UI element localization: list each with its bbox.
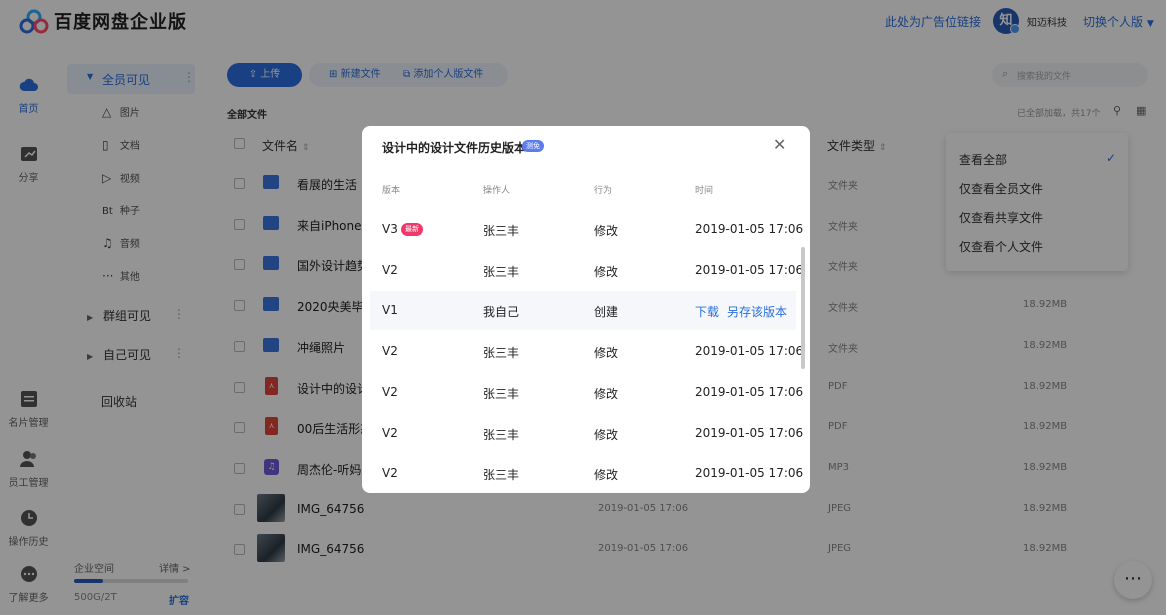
action-label: 修改 (594, 346, 619, 360)
version-time: 2019-01-05 17:06 (695, 263, 804, 277)
operator-name: 张三丰 (483, 387, 520, 401)
action-label: 修改 (594, 265, 619, 279)
version-history-dialog: 设计中的设计文件历史版本 测免 ✕ 版本 操作人 行为 时间 V3 最新 张三丰 修改… (362, 126, 810, 493)
action-label: 修改 (594, 387, 619, 401)
action-label: 修改 (594, 224, 619, 238)
version-label: V2 (382, 426, 398, 440)
scrollbar[interactable] (801, 247, 805, 369)
version-label: V3 (382, 222, 398, 236)
version-row[interactable]: V2 张三丰 修改 2019-01-05 17:06 (370, 251, 803, 290)
version-label: V2 (382, 344, 398, 358)
operator-name: 张三丰 (483, 428, 520, 442)
version-label: V2 (382, 263, 398, 277)
header-operator: 操作人 (483, 186, 511, 196)
version-time: 2019-01-05 17:06 (695, 426, 804, 440)
header-version: 版本 (382, 186, 401, 196)
version-row[interactable]: V2 张三丰 修改 2019-01-05 17:06 (370, 414, 803, 453)
operator-name: 张三丰 (483, 224, 520, 238)
version-row[interactable]: V2 张三丰 修改 2019-01-05 17:06 (370, 373, 803, 412)
header-time: 时间 (695, 186, 714, 196)
action-label: 创建 (594, 305, 619, 319)
operator-name: 张三丰 (483, 265, 520, 279)
action-label: 修改 (594, 428, 619, 442)
version-time: 2019-01-05 17:06 (695, 466, 804, 480)
version-row[interactable]: V1 我自己 创建 下载 另存该版本 (370, 291, 796, 330)
version-time: 2019-01-05 17:06 (695, 385, 804, 399)
action-label: 修改 (594, 468, 619, 482)
header-action: 行为 (594, 186, 613, 196)
version-row[interactable]: V2 张三丰 修改 2019-01-05 17:06 (370, 332, 803, 371)
version-label: V1 (382, 303, 398, 317)
operator-name: 张三丰 (483, 346, 520, 360)
dialog-title: 设计中的设计文件历史版本 (382, 141, 527, 155)
download-link[interactable]: 下载 (695, 303, 719, 320)
version-row[interactable]: V2 张三丰 修改 2019-01-05 17:06 (370, 454, 803, 493)
version-label: V2 (382, 466, 398, 480)
version-time: 2019-01-05 17:06 (695, 344, 804, 358)
version-time: 2019-01-05 17:06 (695, 222, 804, 236)
latest-badge: 最新 (401, 223, 423, 236)
version-row[interactable]: V3 最新 张三丰 修改 2019-01-05 17:06 (370, 210, 803, 249)
operator-name: 我自己 (483, 305, 520, 319)
version-label: V2 (382, 385, 398, 399)
title-badge: 测免 (522, 140, 544, 152)
save-version-link[interactable]: 另存该版本 (727, 303, 787, 320)
operator-name: 张三丰 (483, 468, 520, 482)
close-icon[interactable]: ✕ (773, 135, 786, 154)
